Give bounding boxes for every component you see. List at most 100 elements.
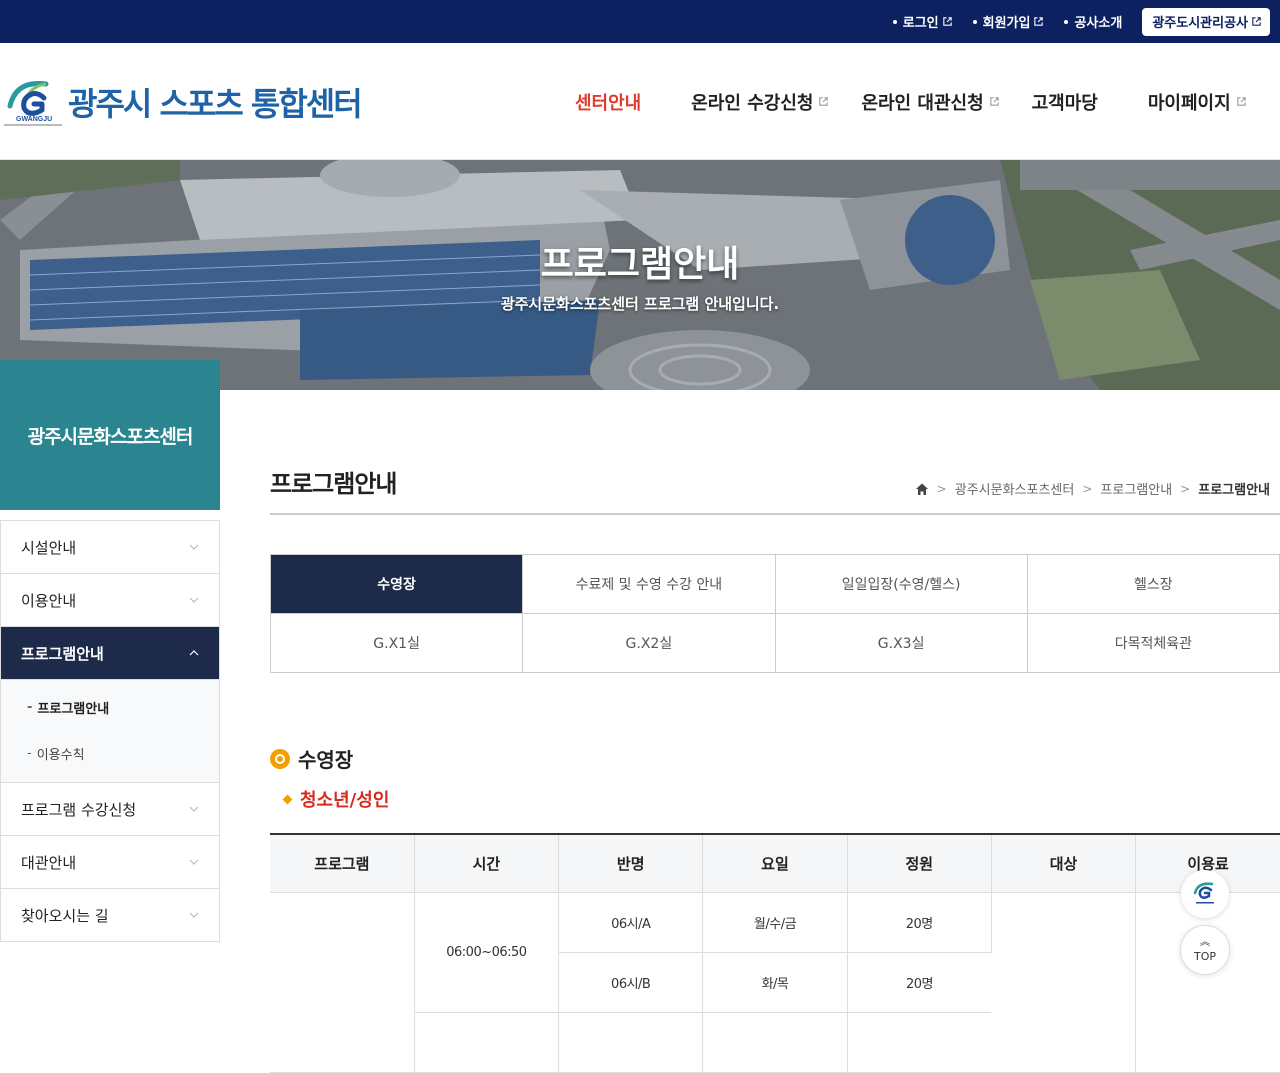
nav-label: 온라인 대관신청 [861, 92, 984, 114]
nav-label: 고객마당 [1031, 92, 1098, 114]
sidebar-item-label: 대관안내 [21, 853, 77, 872]
floating-logo-button[interactable] [1181, 870, 1229, 918]
external-link-icon [1236, 96, 1247, 107]
program-table: 프로그램 시간 반명 요일 정원 대상 이용료 06:00~06:50 06시/… [270, 833, 1280, 1073]
hero-subtitle: 광주시문화스포츠센터 프로그램 안내입니다. [500, 295, 780, 313]
sidebar-title: 광주시문화스포츠센터 [0, 360, 220, 510]
chevron-up-icon [189, 650, 199, 656]
tab-pool[interactable]: 수영장 [271, 555, 524, 614]
nav-mypage[interactable]: 마이페이지 [1148, 89, 1247, 115]
logo-title: 광주시 스포츠 통합센터 [68, 85, 363, 123]
table-row: 06:00~06:50 06시/A 월/수/금 20명 [270, 892, 1280, 1073]
nav-customer[interactable]: 고객마당 [1032, 89, 1098, 115]
dash-marker: - [27, 745, 32, 761]
signup-link[interactable]: 회원가입 [972, 12, 1045, 31]
hero-banner: 프로그램안내 광주시문화스포츠센터 프로그램 안내입니다. [0, 160, 1280, 390]
sidebar-item-directions[interactable]: 찾아오시는 길 [1, 889, 219, 942]
nav-online-rental[interactable]: 온라인 대관신청 [861, 89, 999, 115]
tab-gx1[interactable]: G.X1실 [271, 614, 524, 673]
col-time: 시간 [414, 835, 560, 893]
class-cell [558, 1012, 704, 1073]
signup-label: 회원가입 [982, 16, 1031, 31]
sidebar-item-enroll[interactable]: 프로그램 수강신청 [1, 783, 219, 836]
site-logo[interactable]: GWANGJU 광주시 스포츠 통합센터 [2, 76, 363, 128]
tab-multipurpose-gym[interactable]: 다목적체육관 [1027, 614, 1280, 673]
corp-site-button[interactable]: 광주도시관리공사 [1142, 7, 1270, 36]
circle-bullet-icon [270, 748, 290, 769]
bullet-dot [972, 19, 977, 24]
sidebar-item-usage[interactable]: 이용안내 [1, 574, 219, 627]
scroll-top-button[interactable]: ︽ TOP [1180, 925, 1230, 975]
sidebar-item-facility[interactable]: 시설안내 [1, 521, 219, 574]
section-subtitle: 청소년/성인 [282, 786, 389, 812]
home-icon[interactable] [915, 482, 929, 496]
chevron-down-icon [189, 859, 199, 865]
fee-cell [1135, 892, 1280, 1073]
sidebar-subitem-rules[interactable]: - 이용수칙 [1, 730, 219, 776]
section-title: 수영장 [270, 744, 353, 773]
capacity-cell: 20명 [847, 892, 992, 953]
time-cell [414, 1012, 560, 1073]
sidebar-item-rental[interactable]: 대관안내 [1, 836, 219, 889]
logo-icon [1193, 882, 1214, 904]
days-cell [702, 1012, 848, 1073]
chevron-down-icon [189, 806, 199, 812]
external-link-icon [1251, 16, 1262, 27]
breadcrumb-item[interactable]: 광주시문화스포츠센터 [955, 479, 1075, 498]
program-cell [270, 892, 415, 1073]
tab-gx3[interactable]: G.X3실 [775, 614, 1028, 673]
capacity-cell [847, 1012, 992, 1073]
sidebar-item-label: 프로그램 수강신청 [21, 800, 137, 819]
sidebar-item-label: 찾아오시는 길 [21, 906, 109, 925]
login-link[interactable]: 로그인 [892, 12, 953, 31]
breadcrumb-separator: > [936, 481, 947, 496]
external-link-icon [942, 16, 953, 27]
sidebar-item-program[interactable]: 프로그램안내 [1, 627, 219, 680]
nav-label: 센터안내 [575, 92, 642, 114]
class-cell: 06시/A [558, 892, 704, 953]
days-cell: 화/목 [702, 952, 848, 1013]
external-link-icon [989, 96, 1000, 107]
about-link[interactable]: 공사소개 [1064, 12, 1122, 31]
dash-marker: - [27, 699, 33, 715]
main-nav: 센터안내 온라인 수강신청 온라인 대관신청 고객마당 마이페이지 [560, 43, 1247, 160]
col-class: 반명 [558, 835, 704, 893]
col-days: 요일 [702, 835, 848, 893]
utility-bar: 로그인 회원가입 공사소개 광주도시관리공사 [0, 0, 1280, 43]
arrow-up-icon: ︽ [1200, 936, 1210, 948]
site-header: GWANGJU 광주시 스포츠 통합센터 센터안내 온라인 수강신청 온라인 대… [0, 43, 1280, 160]
external-link-icon [818, 96, 829, 107]
corp-site-label: 광주도시관리공사 [1152, 16, 1248, 31]
nav-label: 온라인 수강신청 [691, 92, 814, 114]
sidebar-subitem-label: 프로그램안내 [37, 701, 110, 717]
page-header: 프로그램안내 > 광주시문화스포츠센터 > 프로그램안내 > 프로그램안내 [270, 464, 1280, 515]
tab-gx2[interactable]: G.X2실 [523, 614, 776, 673]
logo-mark: GWANGJU [2, 76, 64, 128]
tab-gym[interactable]: 헬스장 [1027, 555, 1280, 614]
bullet-dot [892, 19, 897, 24]
breadcrumb-item[interactable]: 프로그램안내 [1100, 479, 1172, 498]
capacity-cell: 20명 [847, 952, 992, 1013]
breadcrumb: > 광주시문화스포츠센터 > 프로그램안내 > 프로그램안내 [915, 479, 1270, 498]
tab-swim-course-info[interactable]: 수료제 및 수영 수강 안내 [523, 555, 776, 614]
breadcrumb-separator: > [1180, 481, 1191, 496]
nav-online-course[interactable]: 온라인 수강신청 [691, 89, 829, 115]
sidebar-item-label: 프로그램안내 [21, 644, 104, 663]
time-cell: 06:00~06:50 [414, 892, 560, 1013]
sidebar-subitem-label: 이용수칙 [36, 747, 85, 763]
chevron-down-icon [189, 544, 199, 550]
nav-center-info[interactable]: 센터안내 [575, 89, 641, 115]
sidebar-subitem-program-info[interactable]: - 프로그램안내 [1, 684, 219, 730]
top-label: TOP [1193, 949, 1216, 963]
target-cell [991, 892, 1137, 1073]
days-cell: 월/수/금 [702, 892, 848, 953]
chevron-down-icon [189, 597, 199, 603]
chevron-down-icon [189, 912, 199, 918]
sidebar-item-label: 이용안내 [21, 591, 77, 610]
breadcrumb-separator: > [1082, 481, 1093, 496]
login-label: 로그인 [902, 16, 939, 31]
diamond-bullet-icon [282, 794, 293, 804]
about-label: 공사소개 [1074, 16, 1123, 31]
col-program: 프로그램 [270, 835, 415, 893]
tab-daily-entry[interactable]: 일일입장(수영/헬스) [775, 555, 1028, 614]
